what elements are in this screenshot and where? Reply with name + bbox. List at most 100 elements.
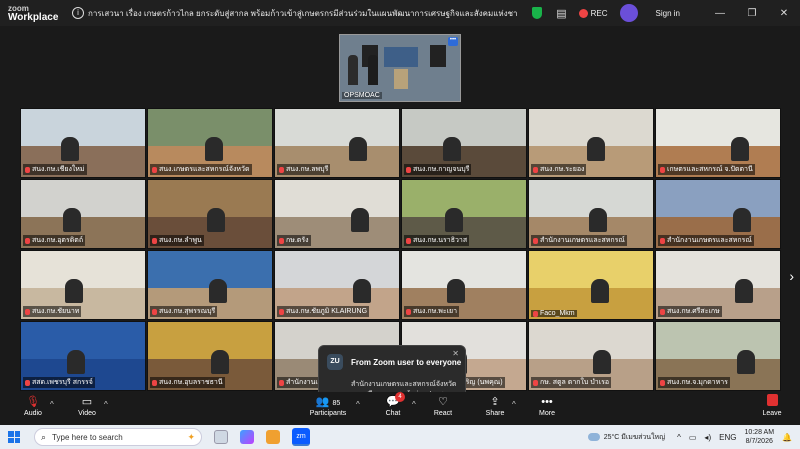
zoom-window: zoom Workplace i การเสวนา เรื่อง เกษตรก้…	[0, 0, 800, 449]
react-label: React	[433, 410, 453, 417]
tile-background-upper	[529, 322, 653, 360]
participant-tile[interactable]: สนง.กษ.ลพบุรี	[274, 108, 400, 178]
next-page-arrow-icon[interactable]: ›	[789, 268, 794, 284]
participant-name-text: Faco_Mkm	[540, 310, 575, 317]
tile-background-upper	[656, 251, 780, 289]
participants-caret-icon[interactable]: ^	[356, 400, 360, 409]
tile-background-upper	[275, 109, 399, 147]
participant-tile[interactable]: สสด.เพชรบุรี สกรรจ์	[20, 321, 146, 391]
participant-tile[interactable]: Faco_Mkm	[528, 250, 654, 320]
participant-tile[interactable]: กษ. สตูล ตากใบ บำเรอ	[528, 321, 654, 391]
participant-name: สนง.กษ.ชัยนาท	[23, 306, 82, 317]
recording-indicator[interactable]: REC	[578, 8, 608, 18]
video-caret-icon[interactable]: ^	[104, 400, 108, 409]
mic-off-icon	[660, 166, 665, 173]
more-button[interactable]: ••• More	[522, 394, 572, 417]
participant-tile[interactable]: สนง.กษ.ชัยภูมิ KLAIRUNG	[274, 250, 400, 320]
mic-off-icon	[406, 308, 411, 315]
participant-tile[interactable]: กษ.ตรัง	[274, 179, 400, 249]
language-indicator[interactable]: ENG	[719, 433, 736, 442]
participant-name-text: สำนักงานเกษตรและสหกรณ์	[540, 237, 625, 244]
participant-tile[interactable]: สนง.กษ.เชียงใหม่	[20, 108, 146, 178]
participant-tile[interactable]: สนง.เกษตรและสหกรณ์จังหวัด	[147, 108, 273, 178]
participant-name: เกษตรและสหกรณ์ จ.ปัตตานี	[658, 164, 755, 175]
participant-name: สนง.กษ.สุพรรณบุรี	[150, 306, 218, 317]
weather-widget[interactable]: 25°C มีเมฆส่วนใหญ่	[587, 432, 665, 443]
participant-figure	[731, 137, 749, 161]
sender-avatar: ZU	[327, 354, 343, 370]
security-shield-icon[interactable]	[532, 7, 543, 19]
more-options-icon[interactable]: •••	[448, 37, 458, 46]
chat-button[interactable]: 💬 Chat	[368, 394, 418, 417]
clock[interactable]: 10:28 AM 8/7/2026	[744, 428, 774, 446]
zoom-taskbar-icon[interactable]: zm	[292, 428, 310, 446]
sign-in-link[interactable]: Sign in	[656, 9, 680, 18]
task-view-icon[interactable]	[214, 430, 228, 444]
participant-tile[interactable]: สำนักงานเกษตรและสหกรณ์	[528, 179, 654, 249]
restore-icon[interactable]: ❐	[736, 8, 768, 19]
copilot-icon[interactable]	[240, 430, 254, 444]
minimize-icon[interactable]: —	[704, 8, 736, 19]
participant-figure	[67, 350, 85, 374]
participant-tile[interactable]: สนง.กษ.พะเยา	[401, 250, 527, 320]
participants-button[interactable]: 👥 85 Participants	[303, 394, 353, 417]
leave-button[interactable]: Leave	[747, 394, 797, 417]
participant-name-text: เกษตรและสหกรณ์ จ.ปัตตานี	[667, 166, 753, 173]
participant-name: กษ.ตรัง	[277, 235, 311, 246]
participant-figure	[65, 279, 83, 303]
participant-tile[interactable]: สำนักงานเกษตรและสหกรณ์	[655, 179, 781, 249]
close-icon[interactable]: ✕	[768, 8, 800, 19]
mic-off-icon	[152, 308, 157, 315]
mic-off-icon	[406, 166, 411, 173]
participant-figure	[209, 279, 227, 303]
audio-caret-icon[interactable]: ^	[50, 400, 54, 409]
participant-tile[interactable]: สนง.กษ.กาญจนบุรี	[401, 108, 527, 178]
participant-tile[interactable]: สนง.กษ.ระยอง	[528, 108, 654, 178]
participant-name: สนง.กษ.อุตรดิตถ์	[23, 235, 86, 246]
info-icon[interactable]: i	[72, 7, 84, 19]
participant-name: สนง.กษ.ศรีสะเกษ	[658, 306, 722, 317]
logo-line2: Workplace	[8, 12, 59, 23]
document-icon[interactable]: ▤	[556, 7, 566, 20]
chat-icon: 💬	[386, 396, 400, 408]
participant-figure	[593, 350, 611, 374]
close-icon[interactable]: ✕	[452, 349, 459, 358]
network-icon[interactable]: ▭	[689, 433, 697, 442]
mic-off-icon	[533, 310, 538, 317]
store-icon[interactable]	[266, 430, 280, 444]
active-speaker-video[interactable]: ••• OPSMOAC	[339, 34, 461, 102]
chat-caret-icon[interactable]: ^	[412, 400, 416, 409]
participant-figure	[443, 137, 461, 161]
participant-name-text: สนง.กษ.อุตรดิตถ์	[32, 237, 84, 244]
participant-tile[interactable]: สนง.กษ.สุพรรณบุรี	[147, 250, 273, 320]
participant-tile[interactable]: สนง.กษ.อุตรดิตถ์	[20, 179, 146, 249]
chat-sender: From Zoom user to everyone	[351, 358, 462, 367]
react-button[interactable]: ♡ React	[418, 394, 468, 417]
share-caret-icon[interactable]: ^	[512, 400, 516, 409]
taskbar-search-box[interactable]: ⌕ Type here to search ✦	[34, 428, 202, 446]
notification-bell-icon[interactable]: 🔔	[782, 433, 792, 442]
tile-background-upper	[656, 322, 780, 360]
mic-off-icon	[25, 379, 30, 386]
participant-name: สนง.กษ.ลำพูน	[150, 235, 204, 246]
participant-tile[interactable]: เกษตรและสหกรณ์ จ.ปัตตานี	[655, 108, 781, 178]
participant-tile[interactable]: สนง.กษ.อุบลราชธานี	[147, 321, 273, 391]
mic-off-icon	[152, 237, 157, 244]
windows-taskbar: ⌕ Type here to search ✦ zm 25°C มีเมฆส่ว…	[0, 425, 800, 449]
windows-start-icon[interactable]	[8, 431, 20, 443]
participant-tile[interactable]: สนง.กษ.ลำพูน	[147, 179, 273, 249]
user-avatar[interactable]	[619, 4, 638, 22]
mic-off-icon	[533, 166, 538, 173]
mic-off-icon	[533, 379, 538, 386]
heart-plus-icon: ♡	[438, 396, 448, 408]
participant-tile[interactable]: สนง.กษ.ชัยนาท	[20, 250, 146, 320]
participant-tile[interactable]: สนง.กษ.จ.มุกดาหาร	[655, 321, 781, 391]
participant-name: สำนักงานเกษตรและสหกรณ์	[531, 235, 627, 246]
system-tray: 25°C มีเมฆส่วนใหญ่ ^ ▭ ◂) ENG 10:28 AM 8…	[587, 425, 800, 449]
speaker-icon[interactable]: ◂)	[704, 433, 711, 442]
more-dots-icon: •••	[541, 396, 553, 408]
participant-tile[interactable]: สนง.กษ.ศรีสะเกษ	[655, 250, 781, 320]
participant-tile[interactable]: สนง.กษ.นราธิวาส	[401, 179, 527, 249]
chevron-up-icon[interactable]: ^	[677, 433, 681, 442]
record-dot-icon	[578, 8, 588, 18]
